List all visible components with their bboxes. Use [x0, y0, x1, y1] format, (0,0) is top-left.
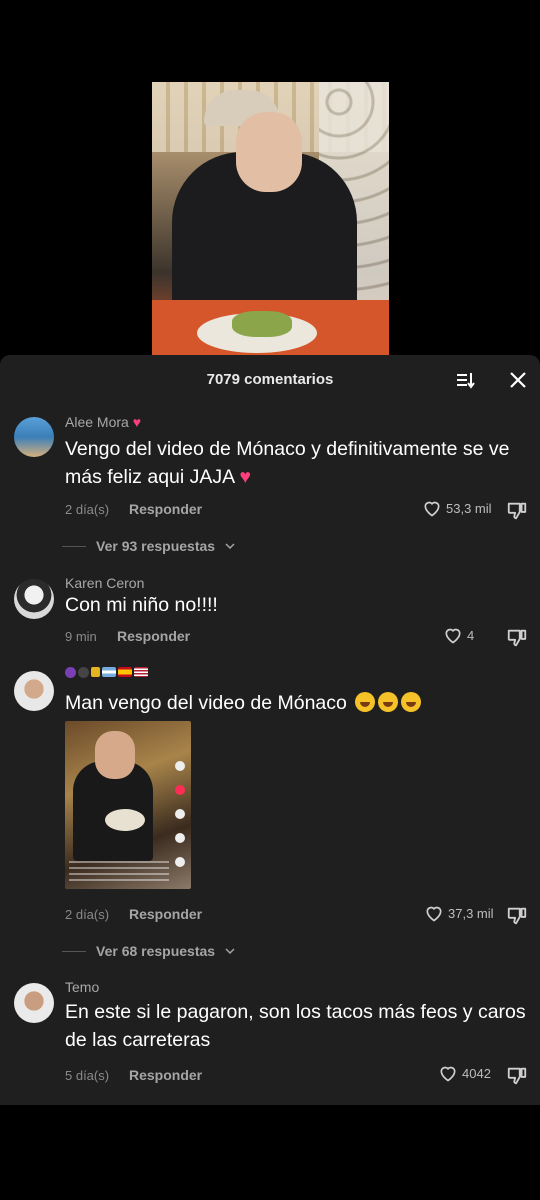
flag-usa-icon [134, 667, 148, 677]
heart-icon [424, 501, 440, 517]
reply-button[interactable]: Responder [129, 906, 202, 922]
comment-time: 2 día(s) [65, 907, 110, 922]
comment-text: Con mi niño no!!!! [65, 594, 218, 616]
like-button[interactable]: 53,3 mil [422, 498, 492, 518]
dislike-icon[interactable] [506, 627, 528, 649]
close-icon[interactable] [507, 369, 529, 391]
sort-icon[interactable] [454, 369, 476, 391]
comment-time: 9 min [65, 629, 97, 644]
like-button[interactable]: 4 [443, 625, 474, 645]
dislike-icon[interactable] [506, 1065, 528, 1087]
heart-emoji-icon: ♥ [128, 414, 142, 430]
comments-sheet: 7079 comentarios Alee Mora ♥ Vengo del v… [0, 355, 540, 1105]
video-food [232, 311, 292, 337]
heart-icon [426, 906, 442, 922]
heart-icon [445, 628, 461, 644]
like-count: 37,3 mil [448, 905, 494, 921]
divider [62, 950, 86, 952]
dislike-icon[interactable] [506, 500, 528, 522]
video-frame[interactable] [152, 82, 389, 355]
thumb-head [95, 731, 135, 779]
comment-username[interactable]: Karen Ceron [65, 575, 144, 591]
avatar[interactable] [14, 983, 54, 1023]
reply-button[interactable]: Responder [117, 628, 190, 644]
view-replies-button[interactable]: Ver 93 respuestas [62, 538, 235, 554]
trident-emoji-icon [91, 667, 100, 677]
sheet-header: 7079 comentarios [0, 355, 540, 405]
comment-time: 5 día(s) [65, 1068, 110, 1083]
comment-item: Temo En este si le pagaron, son los taco… [0, 979, 540, 1099]
video-head [236, 112, 302, 192]
comment-text: Man vengo del video de Mónaco [65, 689, 535, 717]
view-replies-button[interactable]: Ver 68 respuestas [62, 943, 235, 959]
thumb-side-icons [175, 761, 187, 889]
avatar[interactable] [14, 671, 54, 711]
comment-text: Vengo del video de Mónaco y definitivame… [65, 438, 510, 488]
dislike-icon[interactable] [506, 905, 528, 927]
flag-spain-icon [118, 667, 132, 677]
comment-item: Man vengo del video de Mónaco 2 día(s) R… [0, 667, 540, 967]
like-count: 4042 [462, 1065, 491, 1081]
like-count: 53,3 mil [446, 500, 492, 516]
comment-time: 2 día(s) [65, 502, 110, 517]
comment-item: Karen Ceron Con mi niño no!!!! 9 min Res… [0, 575, 540, 655]
thumb-caption [69, 861, 169, 885]
bomb-emoji-icon [78, 667, 89, 678]
comment-image-attachment[interactable] [65, 721, 191, 889]
comment-item: Alee Mora ♥ Vengo del video de Mónaco y … [0, 413, 540, 554]
reply-button[interactable]: Responder [129, 1067, 202, 1083]
chevron-down-icon [225, 543, 235, 550]
flag-argentina-icon [102, 667, 116, 677]
avatar[interactable] [14, 579, 54, 619]
thumb-bowl [105, 809, 145, 831]
reply-button[interactable]: Responder [129, 501, 202, 517]
heart-emoji-icon: ♥ [234, 466, 252, 488]
chevron-down-icon [225, 948, 235, 955]
comment-username[interactable]: Alee Mora ♥ [65, 414, 141, 430]
avatar[interactable] [14, 417, 54, 457]
like-button[interactable]: 37,3 mil [424, 903, 494, 923]
comment-text: En este si le pagaron, son los tacos más… [65, 1001, 526, 1051]
comment-username[interactable]: Temo [65, 979, 99, 995]
divider [62, 545, 86, 547]
username-emoji-flags[interactable] [65, 667, 148, 678]
devil-emoji-icon [65, 667, 76, 678]
heart-icon [440, 1066, 456, 1082]
laughing-emoji-icon [355, 692, 376, 712]
laughing-emoji-icon [401, 692, 422, 712]
laughing-emoji-icon [378, 692, 399, 712]
like-count: 4 [467, 627, 475, 643]
like-button[interactable]: 4042 [438, 1063, 491, 1083]
